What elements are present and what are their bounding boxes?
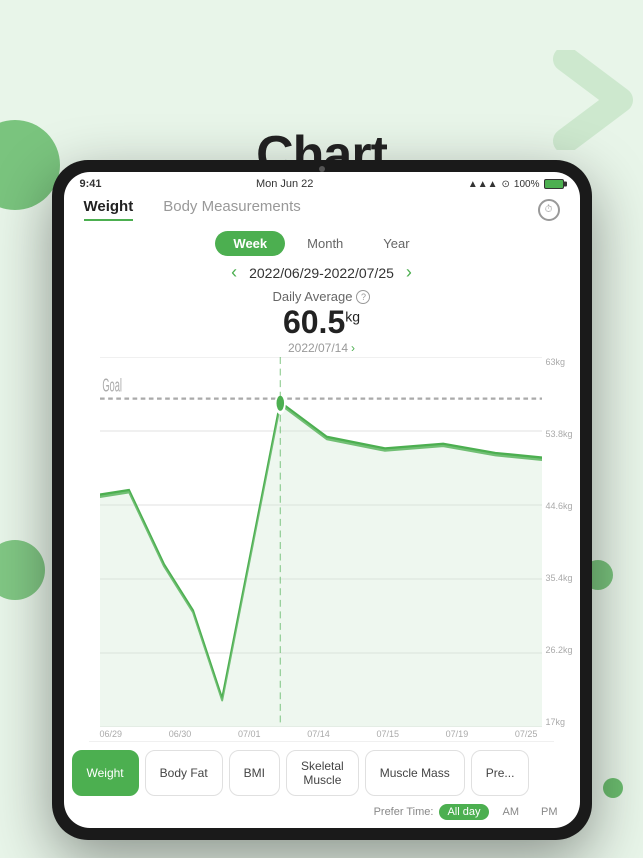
bg-circle-right-bot: [603, 778, 623, 798]
x-label-6: 07/19: [446, 729, 469, 739]
y-label-2: 53.8kg: [546, 429, 580, 439]
tab-bmi[interactable]: BMI: [229, 750, 280, 796]
camera-dot: [319, 166, 325, 172]
wifi-icon: ⊙: [502, 179, 510, 190]
x-label-7: 07/25: [515, 729, 538, 739]
bottom-tabs: Weight Body Fat BMI SkeletalMuscle Muscl…: [64, 742, 580, 804]
prefer-time-am[interactable]: AM: [495, 804, 528, 820]
tab-skeletal-muscle[interactable]: SkeletalMuscle: [286, 750, 359, 796]
x-label-5: 07/15: [376, 729, 399, 739]
top-nav-tabs: Weight Body Measurements: [84, 198, 301, 221]
status-date: Mon Jun 22: [256, 178, 313, 190]
daily-average-section: Daily Average ? 60.5kg 2022/07/14 ›: [64, 289, 580, 355]
daily-avg-label: Daily Average ?: [64, 289, 580, 304]
tab-pre[interactable]: Pre...: [471, 750, 530, 796]
y-label-4: 35.4kg: [546, 573, 580, 583]
battery-percent: 100%: [514, 179, 540, 190]
status-time: 9:41: [80, 178, 102, 190]
period-month[interactable]: Month: [289, 231, 361, 256]
period-week[interactable]: Week: [215, 231, 285, 256]
y-label-3: 44.6kg: [546, 501, 580, 511]
prefer-time: Prefer Time: All day AM PM: [64, 804, 580, 828]
prefer-time-pm[interactable]: PM: [533, 804, 566, 820]
prefer-time-label: Prefer Time:: [374, 806, 434, 818]
daily-avg-unit: kg: [345, 308, 360, 324]
next-date-btn[interactable]: ›: [406, 262, 412, 283]
daily-avg-value: 60.5kg: [64, 304, 580, 341]
history-icon[interactable]: ⏱: [538, 199, 560, 221]
y-label-1: 63kg: [546, 357, 580, 367]
top-nav: Weight Body Measurements ⏱: [64, 192, 580, 221]
chart-wrapper: Goal 63kg 53.8kg 44.6kg 35.4kg 26.2kg: [64, 357, 580, 727]
y-axis-right: 63kg 53.8kg 44.6kg 35.4kg 26.2kg 17kg: [542, 357, 580, 727]
status-bar: 9:41 Mon Jun 22 ▲▲▲ ⊙ 100%: [64, 172, 580, 192]
chart-area: Goal: [100, 357, 542, 727]
tab-weight-metric[interactable]: Weight: [72, 750, 139, 796]
x-label-1: 06/29: [100, 729, 123, 739]
svg-text:Goal: Goal: [102, 377, 122, 397]
tablet-screen: 9:41 Mon Jun 22 ▲▲▲ ⊙ 100% Weight Body M…: [64, 172, 580, 828]
signal-icon: ▲▲▲: [468, 179, 498, 190]
x-label-3: 07/01: [238, 729, 261, 739]
period-year[interactable]: Year: [365, 231, 427, 256]
period-selector: Week Month Year: [64, 231, 580, 256]
tab-body-fat[interactable]: Body Fat: [145, 750, 223, 796]
prefer-time-allday[interactable]: All day: [439, 804, 488, 820]
x-label-4: 07/14: [307, 729, 330, 739]
tablet-device: 9:41 Mon Jun 22 ▲▲▲ ⊙ 100% Weight Body M…: [52, 160, 592, 840]
bg-circle-left-mid: [0, 540, 45, 600]
daily-avg-date: 2022/07/14 ›: [64, 341, 580, 355]
battery-icon: [544, 179, 564, 189]
tab-body-measurements[interactable]: Body Measurements: [163, 198, 301, 221]
chart-svg: Goal: [100, 357, 542, 727]
y-label-6: 17kg: [546, 717, 580, 727]
x-axis: 06/29 06/30 07/01 07/14 07/15 07/19 07/2…: [64, 727, 580, 741]
tab-muscle-mass[interactable]: Muscle Mass: [365, 750, 465, 796]
date-chevron-right[interactable]: ›: [351, 341, 355, 355]
info-icon[interactable]: ?: [356, 290, 370, 304]
x-label-2: 06/30: [169, 729, 192, 739]
date-range-display: 2022/06/29-2022/07/25: [249, 265, 394, 281]
prev-date-btn[interactable]: ‹: [231, 262, 237, 283]
tab-weight[interactable]: Weight: [84, 198, 134, 221]
date-range: ‹ 2022/06/29-2022/07/25 ›: [64, 262, 580, 283]
status-right: ▲▲▲ ⊙ 100%: [468, 179, 564, 190]
y-label-5: 26.2kg: [546, 645, 580, 655]
